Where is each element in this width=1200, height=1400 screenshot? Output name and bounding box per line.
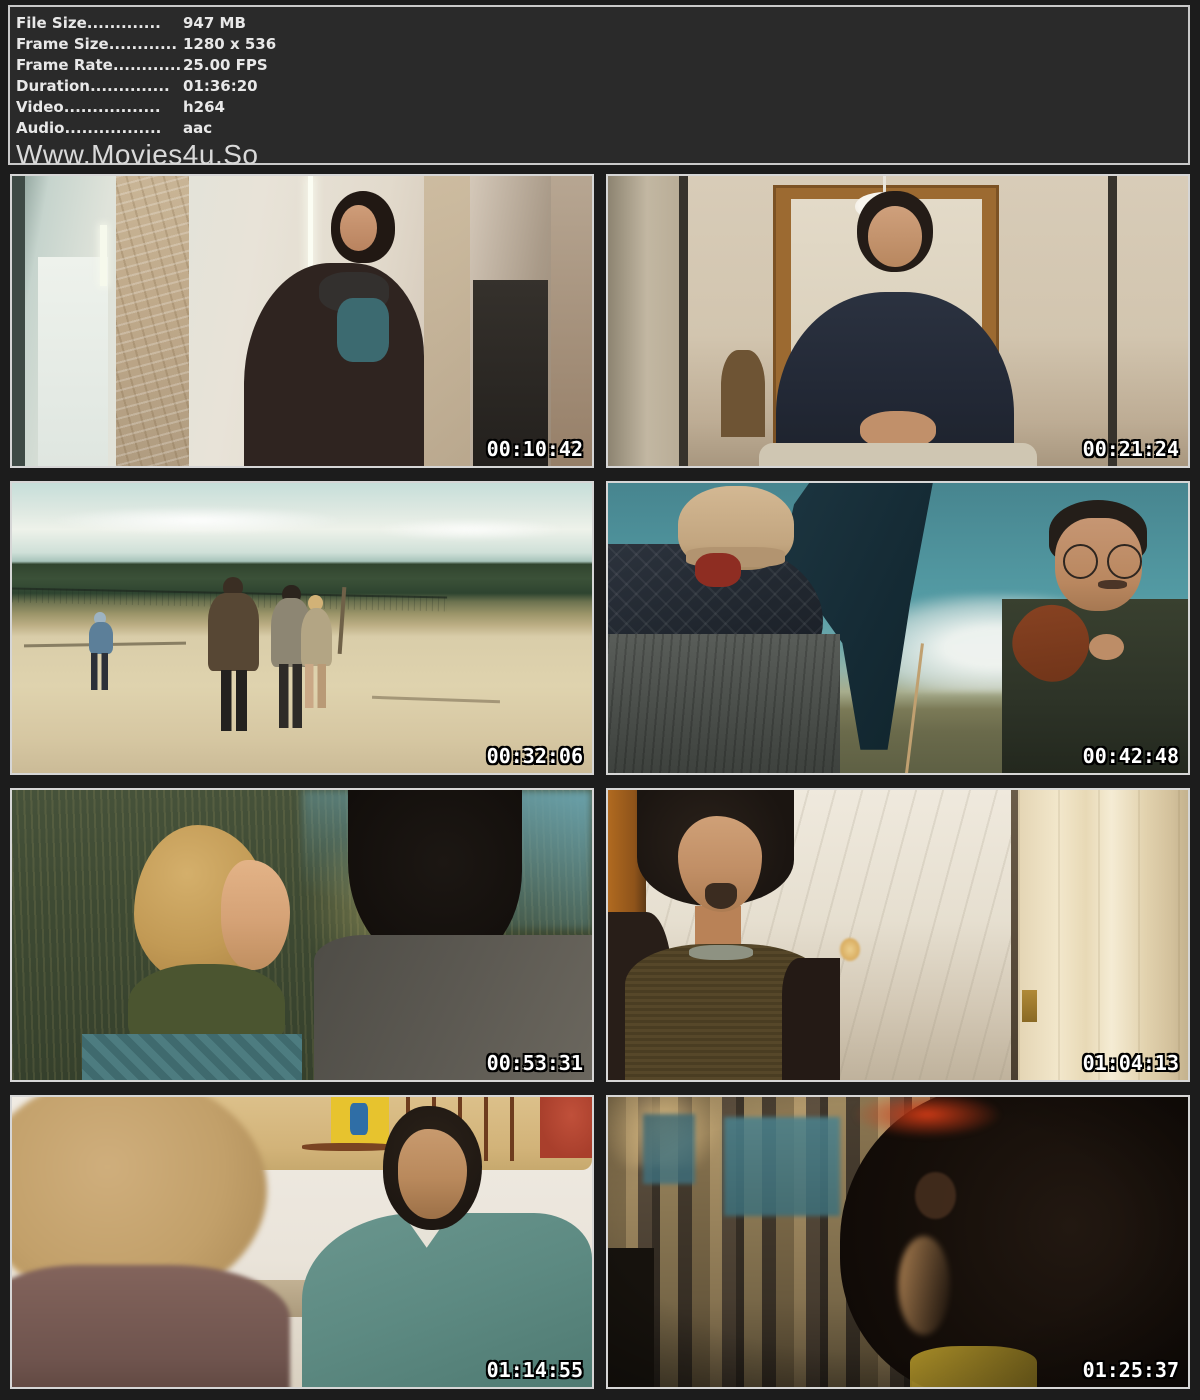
s7-brown-stroke-horizontal (302, 1143, 395, 1150)
s2-left-door-frame (679, 176, 688, 466)
s8-vignette (608, 1097, 1188, 1387)
info-line-audio: Audio................. aac (16, 118, 1188, 139)
timestamp-overlay: 00:42:48 (1083, 744, 1179, 768)
info-value: 947 MB (183, 13, 246, 34)
s1-wall-edge (12, 176, 25, 466)
s3-person-grey-legs (279, 664, 302, 728)
s1-teal-sweater (337, 298, 389, 362)
timestamp-overlay: 01:14:55 (487, 1358, 583, 1382)
info-value: 1280 x 536 (183, 34, 276, 55)
dot-leader: ................. (64, 119, 161, 137)
timestamp-overlay: 01:04:13 (1083, 1051, 1179, 1075)
s3-person-blue (89, 622, 113, 654)
info-label: Duration (16, 77, 90, 95)
s4-mustache (1098, 580, 1127, 589)
s7-woman-shoulder (10, 1265, 290, 1389)
info-line-frame-size: Frame Size............ 1280 x 536 (16, 34, 1188, 55)
info-label: File Size (16, 14, 87, 32)
s6-man-neck (695, 906, 741, 947)
dot-leader: ................. (64, 98, 161, 116)
s1-light-strip (100, 225, 106, 286)
s3-driftwood-2 (372, 695, 500, 702)
screenshot-grid: 00:10:42 00:21:24 (10, 174, 1190, 1389)
s3-woman-blonde (301, 608, 332, 666)
s7-blue-figure (350, 1103, 369, 1135)
s6-goatee (705, 883, 737, 909)
dot-leader: ............ (109, 35, 177, 53)
s7-red-patch (540, 1097, 592, 1158)
info-value: aac (183, 118, 212, 139)
s3-man-brown-legs (221, 670, 248, 731)
info-value: h264 (183, 97, 225, 118)
s6-white-door (1018, 790, 1188, 1080)
s2-right-door-frame (1108, 176, 1117, 466)
s2-right-doorway (1117, 176, 1188, 466)
still-6-marble-hallway: 01:04:13 (606, 788, 1190, 1082)
still-2-interview: 00:21:24 (606, 174, 1190, 468)
timestamp-overlay: 00:53:31 (487, 1051, 583, 1075)
s3-person-blue-legs (91, 653, 108, 691)
s6-shirt-collar (689, 945, 753, 960)
s4-red-scarf (695, 553, 741, 588)
timestamp-overlay: 00:32:06 (487, 744, 583, 768)
still-7-table-talk: 01:14:55 (10, 1095, 594, 1389)
info-label: Audio (16, 119, 64, 137)
dot-leader: .............. (90, 77, 170, 95)
timestamp-overlay: 00:10:42 (487, 437, 583, 461)
info-label: Video (16, 98, 64, 116)
info-label: Frame Size (16, 35, 109, 53)
info-line-duration: Duration.............. 01:36:20 (16, 76, 1188, 97)
s1-brick-pillar (116, 176, 189, 466)
s2-chair (721, 350, 765, 437)
s1-doorway (551, 176, 592, 466)
s3-cloud-2 (372, 518, 569, 541)
info-value: 25.00 FPS (183, 55, 268, 76)
s6-brass-hinge (1022, 990, 1037, 1022)
info-value: 01:36:20 (183, 76, 258, 97)
info-label: Frame Rate (16, 56, 113, 74)
s6-jacket-right (782, 958, 840, 1080)
s4-grey-coat (608, 634, 840, 773)
watermark: Www.Movies4u.So (16, 140, 1188, 170)
s6-door-gap (1011, 790, 1018, 1080)
dot-leader: ............. (87, 14, 161, 32)
info-line-frame-rate: Frame Rate............25.00 FPS (16, 55, 1188, 76)
media-info-box: File Size............. 947 MB Frame Size.… (8, 5, 1190, 165)
s4-violinist-hand (1089, 634, 1124, 660)
s3-cloud (47, 506, 349, 535)
timestamp-overlay: 01:25:37 (1083, 1358, 1179, 1382)
dot-leader: ............ (113, 56, 181, 74)
s2-left-doorway (608, 176, 679, 466)
timestamp-overlay: 00:21:24 (1083, 437, 1179, 461)
still-1-loft: 00:10:42 (10, 174, 594, 468)
still-8-dark-curtains: 01:25:37 (606, 1095, 1190, 1389)
s1-stair-panel (38, 257, 108, 466)
s4-glasses-right-lens (1107, 544, 1142, 579)
info-line-video: Video................. h264 (16, 97, 1188, 118)
still-4-flag-violin: 00:42:48 (606, 481, 1190, 775)
s5-teal-coat (82, 1034, 302, 1080)
s4-glasses-left-lens (1063, 544, 1098, 579)
s1-back-pillar (424, 176, 470, 466)
still-3-beach-volleyball: 00:32:06 (10, 481, 594, 775)
info-line-file-size: File Size............. 947 MB (16, 13, 1188, 34)
s2-armchair-back (759, 443, 1037, 466)
s5-woman-face (221, 860, 291, 970)
still-5-field-profile: 00:53:31 (10, 788, 594, 1082)
s3-man-brown (208, 593, 259, 671)
s3-woman-blonde-legs (305, 664, 326, 708)
